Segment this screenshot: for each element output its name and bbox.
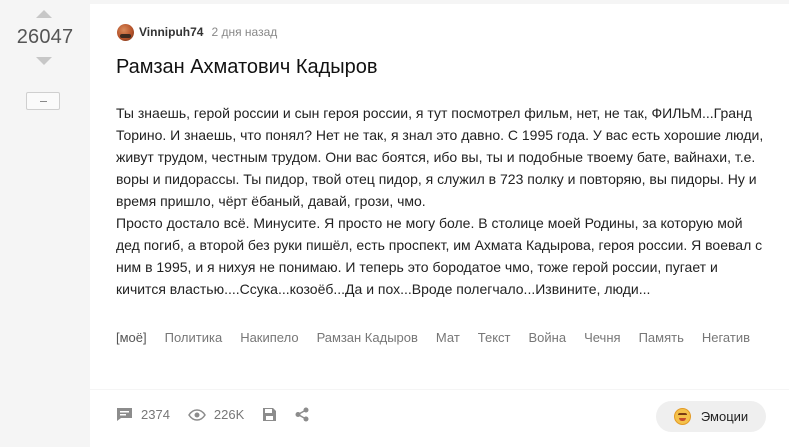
- tag-mine[interactable]: [моё]: [116, 324, 147, 352]
- share-button[interactable]: [295, 407, 309, 422]
- eye-icon: [188, 408, 206, 421]
- author-row: Vinnipuh74 2 дня назад: [117, 22, 277, 42]
- post-time: 2 дня назад: [211, 25, 278, 39]
- save-icon: [263, 408, 277, 421]
- minus-button[interactable]: [26, 92, 60, 110]
- emotions-button[interactable]: Эмоции: [656, 401, 766, 432]
- tag-politics[interactable]: Политика: [165, 324, 223, 352]
- tag-memory[interactable]: Память: [639, 324, 684, 352]
- tag-list: [моё] Политика Накипело Рамзан Кадыров М…: [116, 324, 776, 352]
- downvote-arrow-icon[interactable]: [36, 57, 52, 65]
- views-stat: 226K: [188, 407, 244, 422]
- minus-icon: [40, 101, 47, 102]
- story-card: Vinnipuh74 2 дня назад Рамзан Ахматович …: [90, 4, 789, 389]
- story-text: Ты знаешь, герой россии и сын героя росс…: [116, 102, 770, 300]
- rating-value: 26047: [16, 26, 74, 48]
- emotion-face-icon: [673, 408, 691, 425]
- comments-link[interactable]: 2374: [116, 407, 170, 422]
- tag-war[interactable]: Война: [529, 324, 567, 352]
- story-stats: 2374 226K: [116, 407, 327, 422]
- upvote-arrow-icon[interactable]: [36, 10, 52, 18]
- emotions-label: Эмоции: [700, 409, 749, 424]
- avatar[interactable]: [117, 23, 134, 41]
- comment-icon: [117, 408, 132, 421]
- vote-column: 26047: [0, 0, 90, 447]
- story-title[interactable]: Рамзан Ахматович Кадыров: [116, 56, 378, 79]
- story-footer: 2374 226K Эмоции: [90, 390, 789, 447]
- comments-count: 2374: [141, 407, 170, 422]
- tag-ramzan-kadyrov[interactable]: Рамзан Кадыров: [317, 324, 418, 352]
- tag-text[interactable]: Текст: [478, 324, 511, 352]
- tag-mat[interactable]: Мат: [436, 324, 460, 352]
- views-count: 226K: [213, 407, 245, 422]
- tag-nakipelo[interactable]: Накипело: [240, 324, 298, 352]
- tag-negative[interactable]: Негатив: [702, 324, 750, 352]
- save-button[interactable]: [262, 407, 277, 422]
- story-paragraph-1: Ты знаешь, герой россии и сын героя росс…: [116, 105, 764, 209]
- story-paragraph-2: Просто достало всё. Минусите. Я просто н…: [116, 215, 763, 297]
- author-name[interactable]: Vinnipuh74: [139, 25, 203, 39]
- share-icon: [295, 407, 309, 422]
- tag-chechnya[interactable]: Чечня: [584, 324, 620, 352]
